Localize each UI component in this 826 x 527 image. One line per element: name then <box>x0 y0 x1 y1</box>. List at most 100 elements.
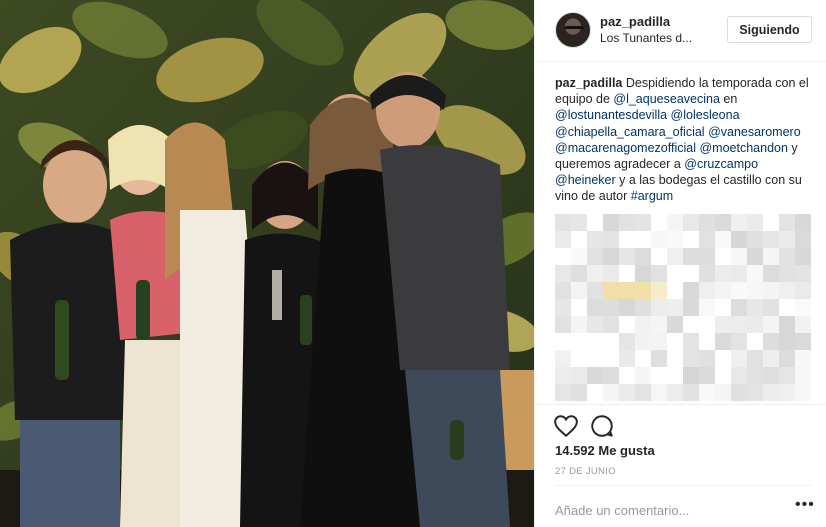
mosaic-cell <box>635 299 651 316</box>
following-button[interactable]: Siguiendo <box>727 16 812 43</box>
mosaic-cell <box>747 384 763 401</box>
mosaic-cell <box>699 299 715 316</box>
mosaic-cell <box>763 384 779 401</box>
mosaic-cell <box>603 299 619 316</box>
mosaic-cell <box>699 350 715 367</box>
more-options-icon[interactable]: ••• <box>795 497 814 518</box>
mosaic-cell <box>683 248 699 265</box>
mosaic-cell <box>555 384 571 401</box>
caption-mention-link[interactable]: @vanesaromero <box>708 125 801 139</box>
mosaic-cell <box>731 214 747 231</box>
mosaic-cell <box>635 265 651 282</box>
caption-mention-link[interactable]: @l_aqueseavecina <box>613 92 720 106</box>
mosaic-cell <box>795 367 811 384</box>
mosaic-cell <box>731 350 747 367</box>
mosaic-cell <box>795 333 811 350</box>
mosaic-cell <box>555 350 571 367</box>
mosaic-cell <box>779 384 795 401</box>
mosaic-cell <box>747 231 763 248</box>
post-caption: paz_padilla Despidiendo la temporada con… <box>555 75 817 205</box>
mosaic-cell <box>747 299 763 316</box>
mosaic-cell <box>683 350 699 367</box>
caption-mention-link[interactable]: @chiapella_camara_oficial <box>555 125 705 139</box>
header-username[interactable]: paz_padilla <box>600 14 670 29</box>
mosaic-cell <box>619 384 635 401</box>
mosaic-cell <box>747 214 763 231</box>
mosaic-cell <box>571 282 587 299</box>
caption-mention-link[interactable]: @macarenagomezofficial <box>555 141 696 155</box>
mosaic-cell <box>731 333 747 350</box>
mosaic-cell <box>763 231 779 248</box>
mosaic-cell <box>651 333 667 350</box>
mosaic-cell <box>747 248 763 265</box>
caption-mention-link[interactable]: @cruzcampo <box>684 157 758 171</box>
mosaic-cell <box>619 248 635 265</box>
mosaic-cell <box>731 316 747 333</box>
mosaic-cell <box>731 248 747 265</box>
mosaic-cell <box>571 384 587 401</box>
likes-count[interactable]: 14.592 Me gusta <box>555 443 655 458</box>
mosaic-cell <box>731 367 747 384</box>
avatar[interactable] <box>555 12 591 48</box>
mosaic-cell <box>667 231 683 248</box>
mosaic-cell <box>763 350 779 367</box>
mosaic-cell <box>651 350 667 367</box>
mosaic-cell <box>795 265 811 282</box>
caption-mention-link[interactable]: @heineker <box>555 173 616 187</box>
mosaic-cell <box>587 299 603 316</box>
mosaic-cell <box>571 316 587 333</box>
mosaic-cell <box>571 265 587 282</box>
mosaic-cell <box>635 333 651 350</box>
caption-mention-link[interactable]: @lostunantesdevilla <box>555 108 667 122</box>
mosaic-cell <box>699 248 715 265</box>
caption-username[interactable]: paz_padilla <box>555 76 622 90</box>
blurred-comments <box>555 214 811 404</box>
mosaic-cell <box>795 316 811 333</box>
mosaic-cell <box>603 316 619 333</box>
mosaic-cell <box>683 333 699 350</box>
mosaic-cell <box>555 367 571 384</box>
caption-mention-link[interactable]: @lolesleona <box>671 108 740 122</box>
mosaic-cell <box>651 316 667 333</box>
mosaic-cell <box>667 299 683 316</box>
mosaic-cell <box>587 248 603 265</box>
mosaic-cell <box>747 265 763 282</box>
mosaic-cell <box>715 265 731 282</box>
mosaic-cell <box>779 316 795 333</box>
header-location[interactable]: Los Tunantes d... <box>600 31 692 45</box>
caption-body: Despidiendo la temporada con el equipo d… <box>555 76 809 203</box>
mosaic-cell <box>667 316 683 333</box>
mosaic-cell <box>619 214 635 231</box>
mosaic-cell <box>635 367 651 384</box>
mosaic-cell <box>795 350 811 367</box>
post-date[interactable]: 27 DE JUNIO <box>555 466 616 477</box>
mosaic-cell <box>699 265 715 282</box>
caption-mention-link[interactable]: #argum <box>631 189 673 203</box>
heart-icon[interactable] <box>553 413 579 439</box>
mosaic-cell <box>763 265 779 282</box>
caption-mention-link[interactable]: @moetchandon <box>699 141 787 155</box>
mosaic-cell <box>619 350 635 367</box>
mosaic-cell <box>619 282 635 299</box>
mosaic-cell <box>603 231 619 248</box>
mosaic-cell <box>763 316 779 333</box>
mosaic-cell <box>747 282 763 299</box>
mosaic-cell <box>587 231 603 248</box>
mosaic-cell <box>667 248 683 265</box>
post-photo[interactable] <box>0 0 534 527</box>
comment-icon[interactable] <box>589 413 615 439</box>
mosaic-cell <box>635 248 651 265</box>
mosaic-cell <box>699 367 715 384</box>
mosaic-cell <box>651 265 667 282</box>
comment-input[interactable] <box>555 500 775 520</box>
mosaic-cell <box>779 231 795 248</box>
mosaic-cell <box>683 384 699 401</box>
mosaic-cell <box>571 367 587 384</box>
mosaic-cell <box>603 367 619 384</box>
post-side-panel: paz_padilla Los Tunantes d... Siguiendo … <box>534 0 826 527</box>
mosaic-cell <box>731 231 747 248</box>
mosaic-cell <box>635 316 651 333</box>
mosaic-cell <box>619 299 635 316</box>
mosaic-cell <box>555 316 571 333</box>
mosaic-cell <box>587 265 603 282</box>
